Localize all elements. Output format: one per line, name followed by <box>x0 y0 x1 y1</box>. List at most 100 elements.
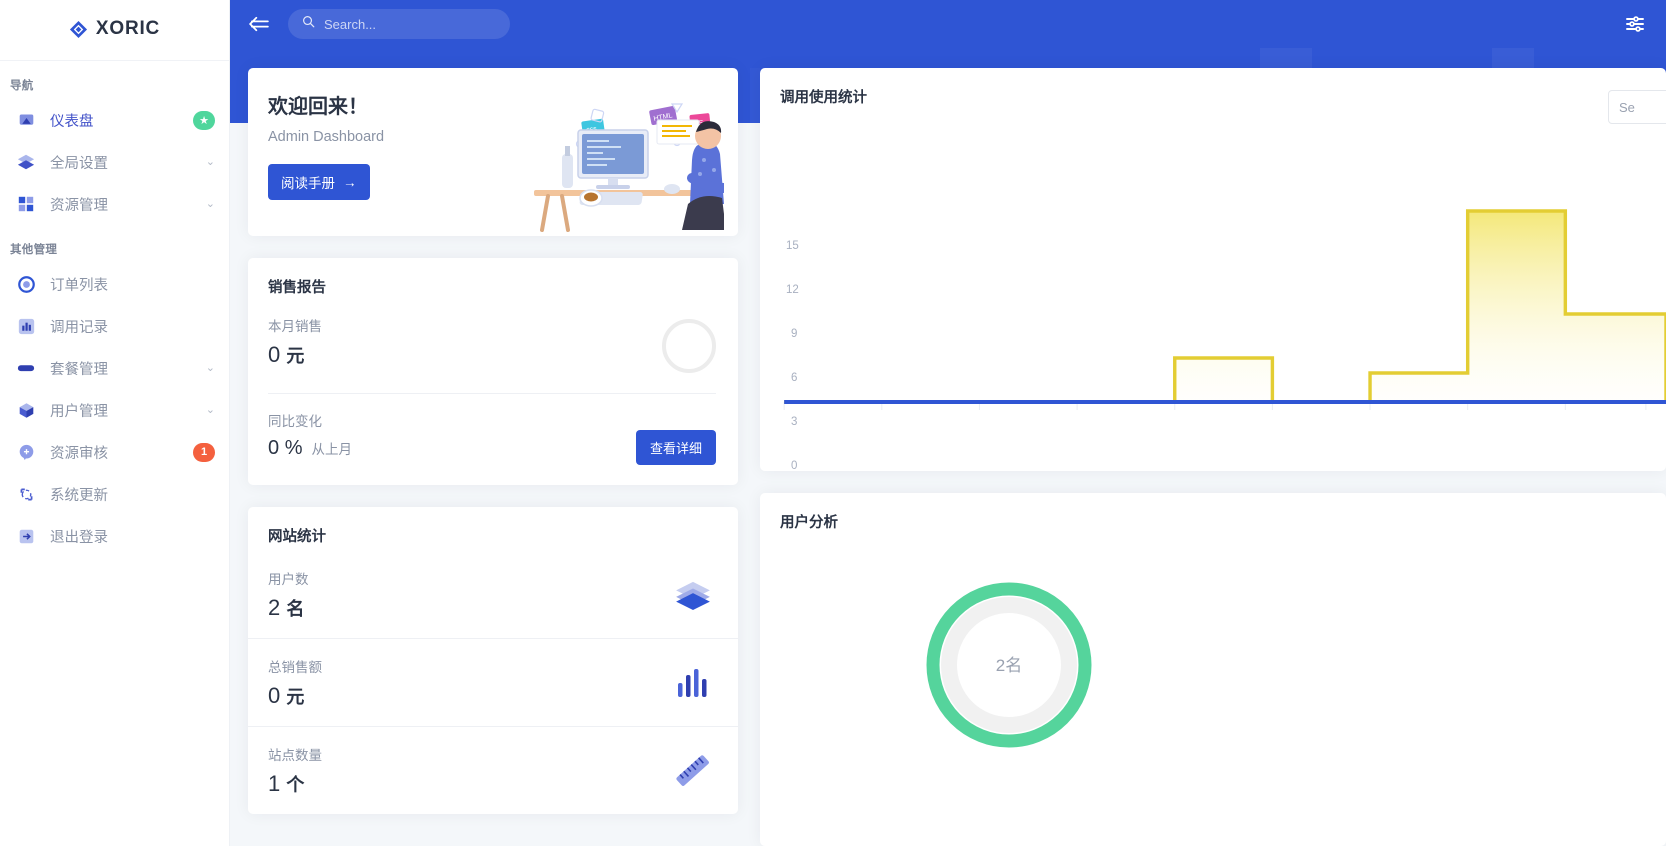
app-root: XORIC 导航 仪表盘 ★ 全局设置 ⌄ 资源管理 ⌄ 其他管理 订单列表 调… <box>0 0 1666 846</box>
sales-report-title: 销售报告 <box>268 280 326 296</box>
read-manual-button[interactable]: 阅读手册 → <box>268 164 370 200</box>
sidebar-item-label: 资源审核 <box>50 445 108 462</box>
dashboard-icon <box>16 110 36 130</box>
stat-value: 2 名 <box>268 595 305 620</box>
sidebar-item-label: 全局设置 <box>50 155 108 172</box>
search-icon <box>302 15 315 33</box>
usage-chart-svg <box>783 209 1666 410</box>
pill-icon <box>16 358 36 378</box>
stat-label: 站点数量 <box>268 748 322 763</box>
layers-icon <box>16 152 36 172</box>
sidebar-item-global-settings[interactable]: 全局设置 ⌄ <box>0 141 229 183</box>
usage-chart-title: 调用使用统计 <box>780 90 867 106</box>
stat-value: 0 元 <box>268 683 305 708</box>
site-stats-card: 网站统计 用户数 2 名 总销售额 0 元 站点数量 1 个 <box>248 507 738 814</box>
divider <box>268 393 716 394</box>
usage-chart-plot: 15 12 9 6 3 0 13 14 15 16 17 18 <box>760 156 1666 471</box>
ytick-label: 0 <box>791 460 798 471</box>
dashboard-content: 欢迎回来！ Admin Dashboard 阅读手册 → css <box>230 48 1666 846</box>
status-badge: ★ <box>193 110 215 130</box>
right-column: 调用使用统计 Se 15 12 9 6 3 0 用户分析 2名 <box>760 68 1666 846</box>
arrow-right-icon: → <box>343 174 357 190</box>
stat-row-site-count: 站点数量 1 个 <box>248 726 738 814</box>
change-block: 同比变化 0 % 从上月 查看详细 <box>268 410 716 465</box>
collapse-sidebar-icon[interactable] <box>246 11 272 37</box>
chevron-down-icon: ⌄ <box>205 361 215 374</box>
topbar-right-group <box>1622 11 1648 37</box>
stat-value: 1 个 <box>268 771 305 796</box>
sidebar-item-label: 仪表盘 <box>50 113 94 130</box>
stat-label: 用户数 <box>268 572 309 587</box>
sidebar-item-label: 套餐管理 <box>50 361 108 378</box>
sliders-icon[interactable] <box>1622 11 1648 37</box>
nav-group-title-other: 其他管理 <box>10 244 58 256</box>
user-analysis-card: 用户分析 2名 <box>760 493 1666 846</box>
monthly-sales-value: 0 元 <box>268 342 305 367</box>
search-box[interactable] <box>288 9 510 39</box>
sidebar-item-label: 订单列表 <box>50 277 108 294</box>
sidebar-item-dashboard[interactable]: 仪表盘 ★ <box>0 99 229 141</box>
chevron-down-icon: ⌄ <box>205 197 215 210</box>
nav-group-title: 导航 <box>10 80 34 92</box>
sidebar-item-user-management[interactable]: 用户管理 ⌄ <box>0 389 229 431</box>
left-column: 欢迎回来！ Admin Dashboard 阅读手册 → css <box>248 68 738 846</box>
sidebar-item-label: 退出登录 <box>50 529 108 546</box>
user-analysis-donut: 2名 <box>925 581 1093 754</box>
bar-chart-icon <box>672 662 714 704</box>
sidebar-item-label: 用户管理 <box>50 403 108 420</box>
diamond-logo-icon <box>69 20 88 39</box>
sidebar-item-logout[interactable]: 退出登录 <box>0 515 229 557</box>
sidebar-item-label: 系统更新 <box>50 487 108 504</box>
main-area: 欢迎回来！ Admin Dashboard 阅读手册 → css <box>230 0 1666 846</box>
sidebar-item-resource-audit[interactable]: 资源审核 1 <box>0 431 229 473</box>
brand-name: XORIC <box>95 18 161 39</box>
layers-stack-icon <box>672 574 714 616</box>
usage-chart-card: 调用使用统计 Se 15 12 9 6 3 0 <box>760 68 1666 471</box>
chart-range-value: Se <box>1619 99 1635 115</box>
stat-label: 总销售额 <box>268 660 322 675</box>
read-manual-label: 阅读手册 <box>281 176 335 191</box>
page-title: 欢迎回来！ <box>268 96 368 118</box>
welcome-subtitle: Admin Dashboard <box>268 129 385 145</box>
notification-badge: 1 <box>193 442 215 462</box>
monthly-sales-label: 本月销售 <box>268 319 322 334</box>
user-analysis-title: 用户分析 <box>780 515 838 531</box>
sidebar-item-call-records[interactable]: 调用记录 <box>0 305 229 347</box>
sidebar-item-system-update[interactable]: 系统更新 <box>0 473 229 515</box>
sidebar-item-package-management[interactable]: 套餐管理 ⌄ <box>0 347 229 389</box>
sidebar-item-label: 调用记录 <box>50 319 108 336</box>
site-stats-title: 网站统计 <box>268 529 326 545</box>
circle-icon <box>16 274 36 294</box>
sidebar-item-label: 资源管理 <box>50 197 108 214</box>
bar-chart-icon <box>16 316 36 336</box>
view-detail-button[interactable]: 查看详细 <box>635 430 716 465</box>
site-stats-head: 网站统计 <box>248 507 738 546</box>
chevron-down-icon: ⌄ <box>205 155 215 168</box>
search-input[interactable] <box>324 16 496 32</box>
cube-icon <box>16 400 36 420</box>
chevron-down-icon: ⌄ <box>205 403 215 416</box>
sidebar-item-resource-management[interactable]: 资源管理 ⌄ <box>0 183 229 225</box>
stat-row-total-sales: 总销售额 0 元 <box>248 638 738 726</box>
change-value-line: 0 % 从上月 <box>268 437 352 460</box>
brand-logo[interactable]: XORIC <box>0 0 229 48</box>
sidebar: XORIC 导航 仪表盘 ★ 全局设置 ⌄ 资源管理 ⌄ 其他管理 订单列表 调… <box>0 0 230 846</box>
grid-icon <box>16 194 36 214</box>
donut-center-value: 2名 <box>996 656 1022 675</box>
monthly-sales-block: 本月销售 0 元 <box>268 315 322 368</box>
ruler-icon <box>672 750 714 792</box>
sidebar-item-order-list[interactable]: 订单列表 <box>0 263 229 305</box>
sales-report-card: 销售报告 本月销售 0 元 同比变化 0 % 从上月 查看详细 <box>248 258 738 485</box>
change-value: 0 % <box>268 437 303 459</box>
sales-progress-ring <box>662 319 716 373</box>
logout-icon <box>16 526 36 546</box>
change-note: 从上月 <box>311 442 352 457</box>
stat-row-users: 用户数 2 名 <box>248 546 738 638</box>
usage-chart-head: 调用使用统计 <box>780 86 1666 107</box>
comment-icon <box>16 442 36 462</box>
developer-at-desk-illustration: css php HTML JS <box>524 86 731 236</box>
welcome-card: 欢迎回来！ Admin Dashboard 阅读手册 → css <box>248 68 738 236</box>
chart-range-select[interactable]: Se <box>1608 90 1666 124</box>
top-header <box>230 0 1666 48</box>
refresh-icon <box>16 484 36 504</box>
